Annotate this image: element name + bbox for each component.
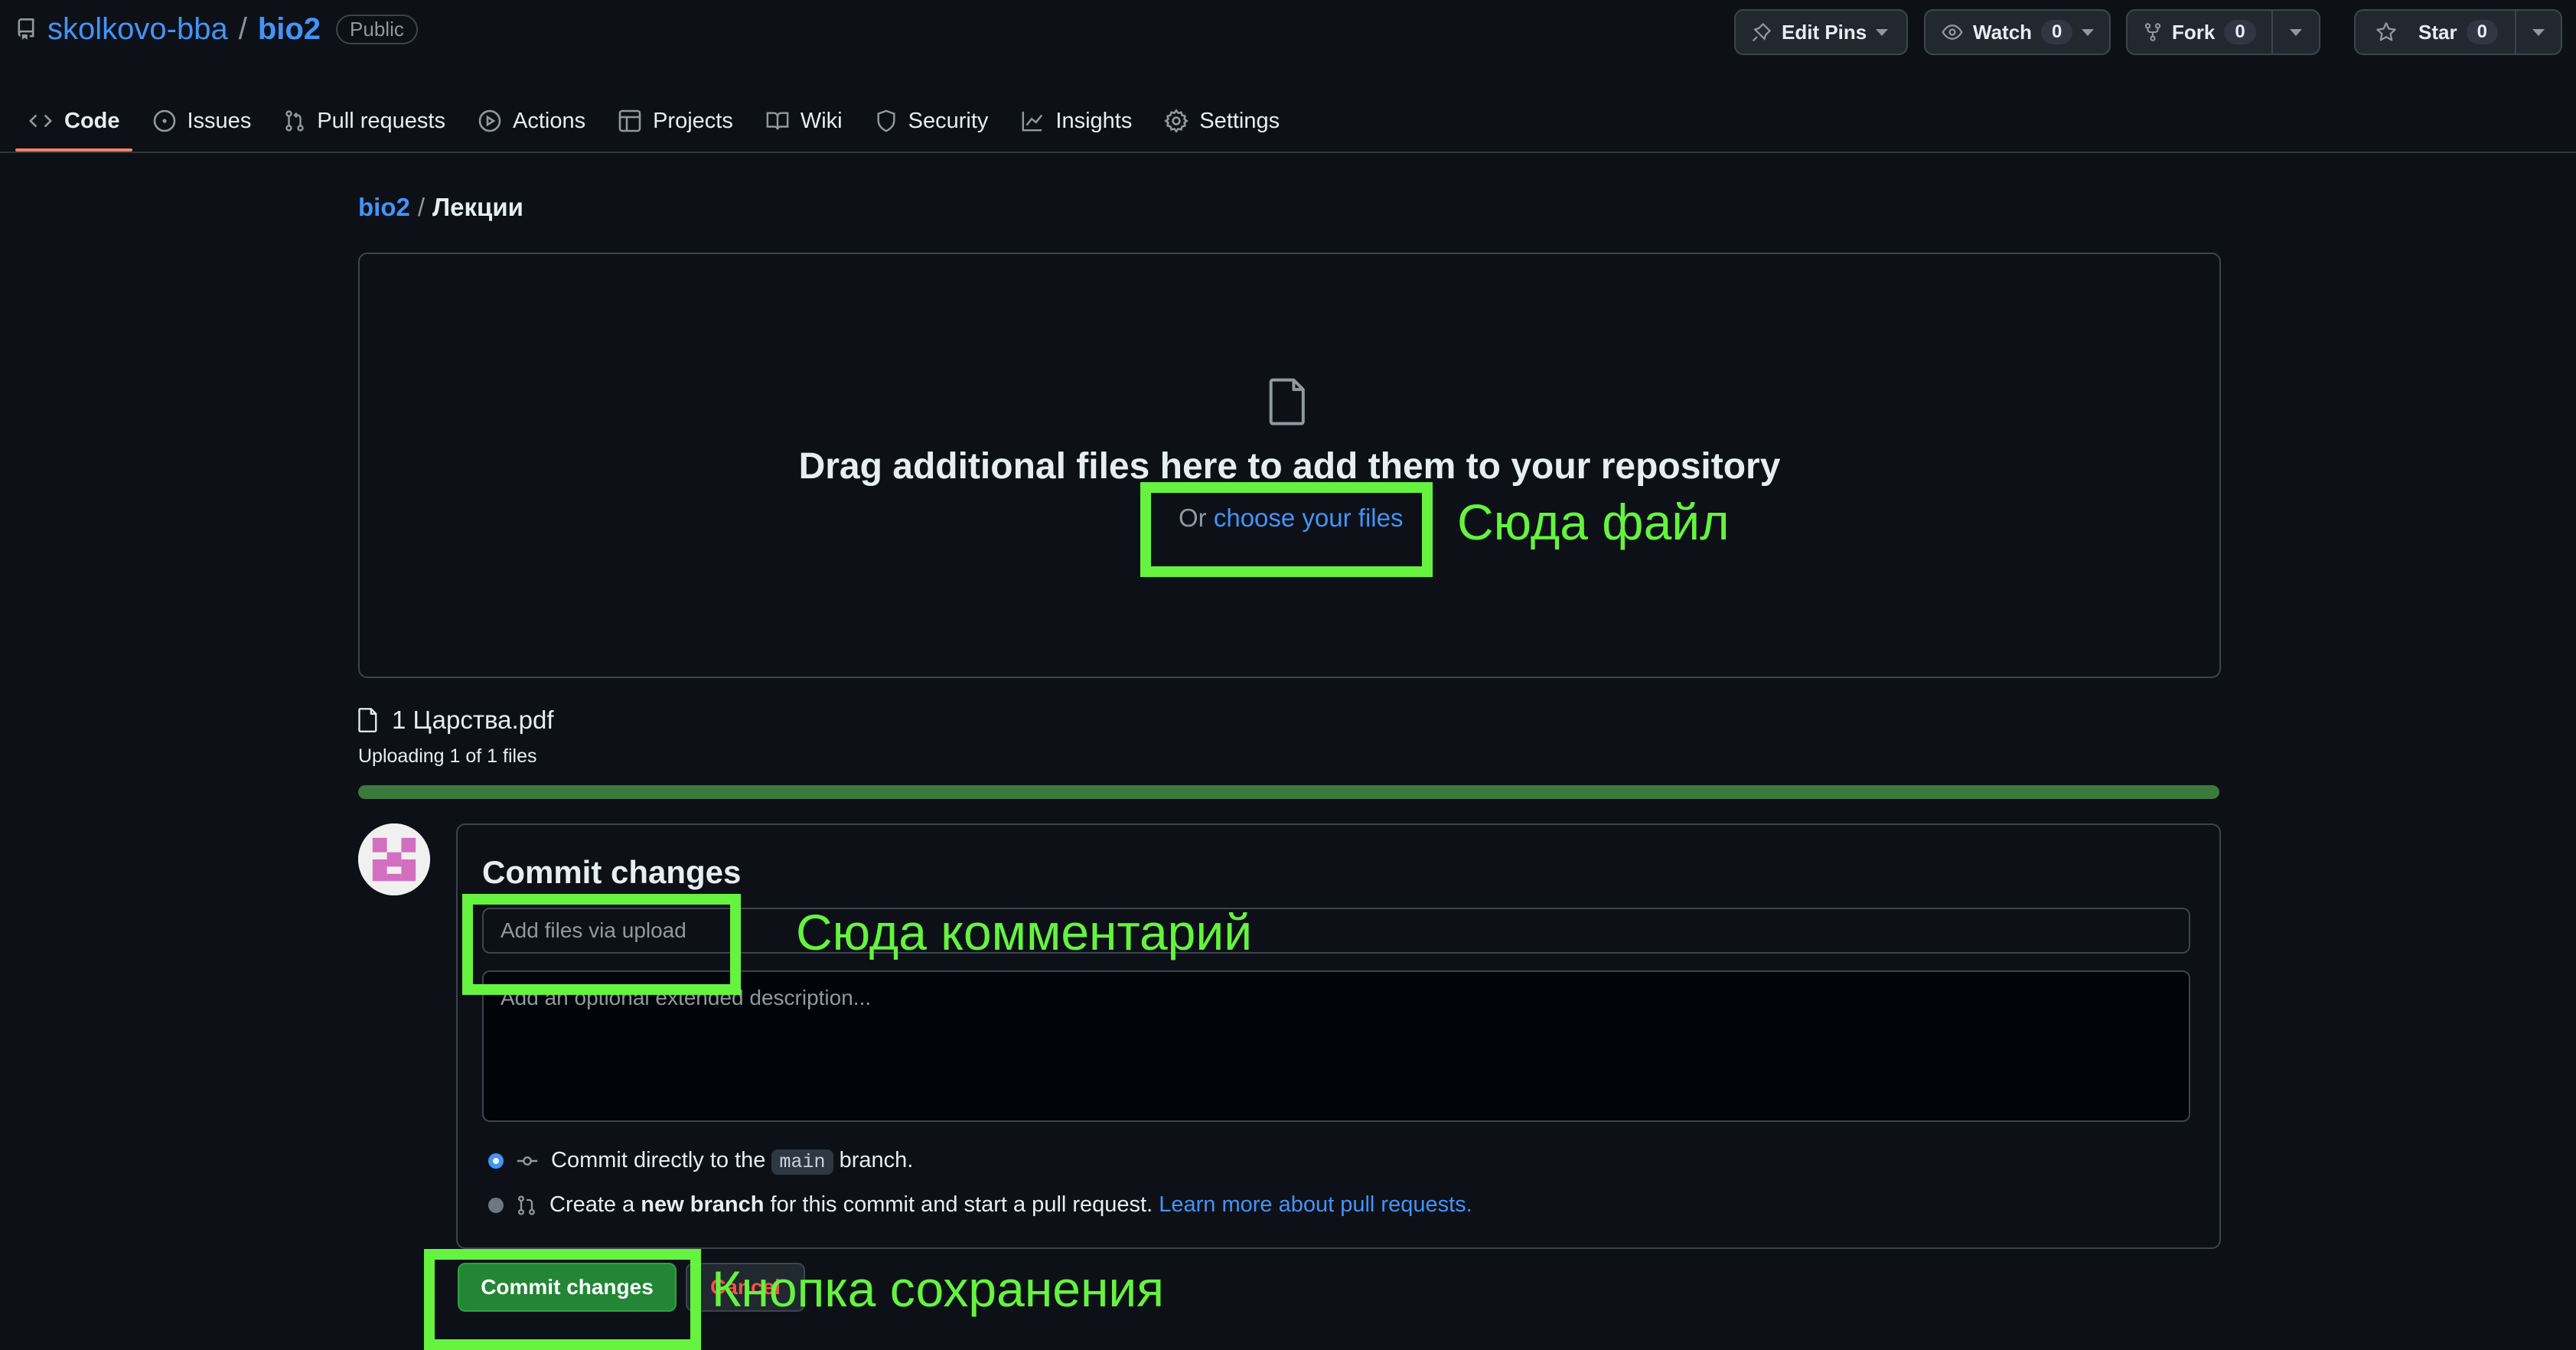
star-icon xyxy=(2376,22,2396,41)
tab-insights[interactable]: Insights xyxy=(1008,90,1144,152)
annotation-highlight-summary xyxy=(462,894,741,995)
tab-actions[interactable]: Actions xyxy=(465,90,598,152)
annotation-highlight-choose-files xyxy=(1140,482,1433,577)
annotation-highlight-commit-button xyxy=(424,1249,701,1350)
breadcrumb-separator: / xyxy=(417,193,426,221)
upload-progress-fill xyxy=(358,785,2219,799)
tab-pull-requests[interactable]: Pull requests xyxy=(271,90,458,152)
commit-direct-suffix: branch. xyxy=(839,1148,914,1172)
tab-label: Code xyxy=(64,108,120,133)
tab-label: Wiki xyxy=(800,108,843,133)
avatar xyxy=(358,823,430,895)
commit-form-title: Commit changes xyxy=(482,854,742,890)
git-pull-request-icon xyxy=(285,110,305,132)
upload-progress-bar xyxy=(358,785,2219,799)
uploaded-file-name: 1 Царства.pdf xyxy=(392,706,554,734)
commit-new-branch-option[interactable]: Create a new branch for this commit and … xyxy=(488,1192,1472,1218)
new-branch-prefix: Create a xyxy=(549,1192,635,1217)
tab-code[interactable]: Code xyxy=(15,90,132,152)
book-icon xyxy=(766,112,789,130)
breadcrumb: bio2/Лекции xyxy=(358,193,523,222)
eye-icon xyxy=(1942,24,1963,40)
repo-header: skolkovo-bba / bio2 Public xyxy=(15,9,418,49)
tab-label: Insights xyxy=(1055,108,1133,133)
repo-icon xyxy=(18,18,34,40)
edit-pins-button[interactable]: Edit Pins xyxy=(1734,9,1909,55)
issue-opened-icon xyxy=(153,109,175,132)
tab-label: Projects xyxy=(653,108,733,133)
code-icon xyxy=(29,114,52,128)
repo-name-link[interactable]: bio2 xyxy=(258,12,321,47)
dropzone-title: Drag additional files here to add them t… xyxy=(798,446,1781,487)
tab-label: Actions xyxy=(512,108,586,133)
tab-label: Security xyxy=(908,108,989,133)
star-dropdown-button[interactable] xyxy=(2514,11,2561,54)
fork-button-group[interactable]: Fork 0 xyxy=(2126,9,2320,55)
file-icon xyxy=(1269,378,1305,426)
star-count: 0 xyxy=(2466,20,2498,44)
star-button-group[interactable]: Star 0 xyxy=(2354,9,2562,55)
watch-label: Watch xyxy=(1973,20,2033,44)
breadcrumb-repo-link[interactable]: bio2 xyxy=(358,193,410,221)
watch-count: 0 xyxy=(2041,20,2073,44)
shield-icon xyxy=(877,109,895,132)
fork-count: 0 xyxy=(2224,20,2256,44)
star-label: Star xyxy=(2418,20,2457,44)
repo-owner-link[interactable]: skolkovo-bba xyxy=(47,12,228,47)
repo-separator: / xyxy=(238,11,247,46)
table-icon xyxy=(618,109,641,132)
commit-direct-prefix: Commit directly to the xyxy=(551,1148,766,1172)
chevron-down-icon xyxy=(1876,28,1889,36)
chevron-down-icon xyxy=(2082,28,2095,36)
visibility-badge: Public xyxy=(336,14,418,44)
upload-status: Uploading 1 of 1 files xyxy=(358,745,537,767)
watch-button[interactable]: Watch 0 xyxy=(1924,9,2111,55)
git-pull-request-icon xyxy=(518,1195,535,1215)
star-button[interactable]: Star 0 xyxy=(2356,11,2515,54)
tab-label: Settings xyxy=(1199,108,1280,133)
edit-pins-label: Edit Pins xyxy=(1782,20,1867,44)
git-commit-icon xyxy=(517,1156,538,1166)
tab-issues[interactable]: Issues xyxy=(140,90,264,152)
fork-label: Fork xyxy=(2172,20,2216,44)
fork-dropdown-button[interactable] xyxy=(2271,11,2319,54)
gear-icon xyxy=(1164,109,1189,133)
file-icon xyxy=(358,708,377,732)
annotation-file-hint: Сюда файл xyxy=(1457,494,1730,550)
chevron-down-icon xyxy=(2289,28,2302,36)
annotation-comment-hint: Сюда комментарий xyxy=(796,904,1253,960)
repo-tabs: Code Issues Pull requests Actions Projec… xyxy=(15,90,1299,152)
branch-name: main xyxy=(771,1149,833,1175)
repo-forked-icon xyxy=(2144,23,2161,41)
tab-security[interactable]: Security xyxy=(862,90,1001,152)
graph-icon xyxy=(1022,111,1043,132)
radio-commit-direct[interactable] xyxy=(488,1153,504,1169)
tab-settings[interactable]: Settings xyxy=(1152,90,1292,152)
tab-wiki[interactable]: Wiki xyxy=(753,90,855,152)
tab-label: Issues xyxy=(187,108,252,133)
radio-new-branch[interactable] xyxy=(488,1197,504,1213)
commit-direct-option[interactable]: Commit directly to the main branch. xyxy=(488,1148,914,1175)
pin-icon xyxy=(1752,22,1772,42)
new-branch-suffix: for this commit and start a pull request… xyxy=(770,1192,1153,1217)
tabs-divider xyxy=(0,152,2576,153)
identicon-image xyxy=(358,823,430,895)
tab-label: Pull requests xyxy=(317,108,445,133)
learn-more-link[interactable]: Learn more about pull requests. xyxy=(1159,1192,1472,1217)
fork-button[interactable]: Fork 0 xyxy=(2128,11,2271,54)
new-branch-bold: new branch xyxy=(641,1192,765,1217)
chevron-down-icon xyxy=(2532,28,2545,36)
play-icon xyxy=(478,109,501,132)
tab-projects[interactable]: Projects xyxy=(605,90,745,152)
annotation-save-hint: Кнопка сохранения xyxy=(712,1260,1165,1317)
uploaded-file-row: 1 Царства.pdf xyxy=(358,706,554,735)
breadcrumb-folder: Лекции xyxy=(432,193,523,221)
